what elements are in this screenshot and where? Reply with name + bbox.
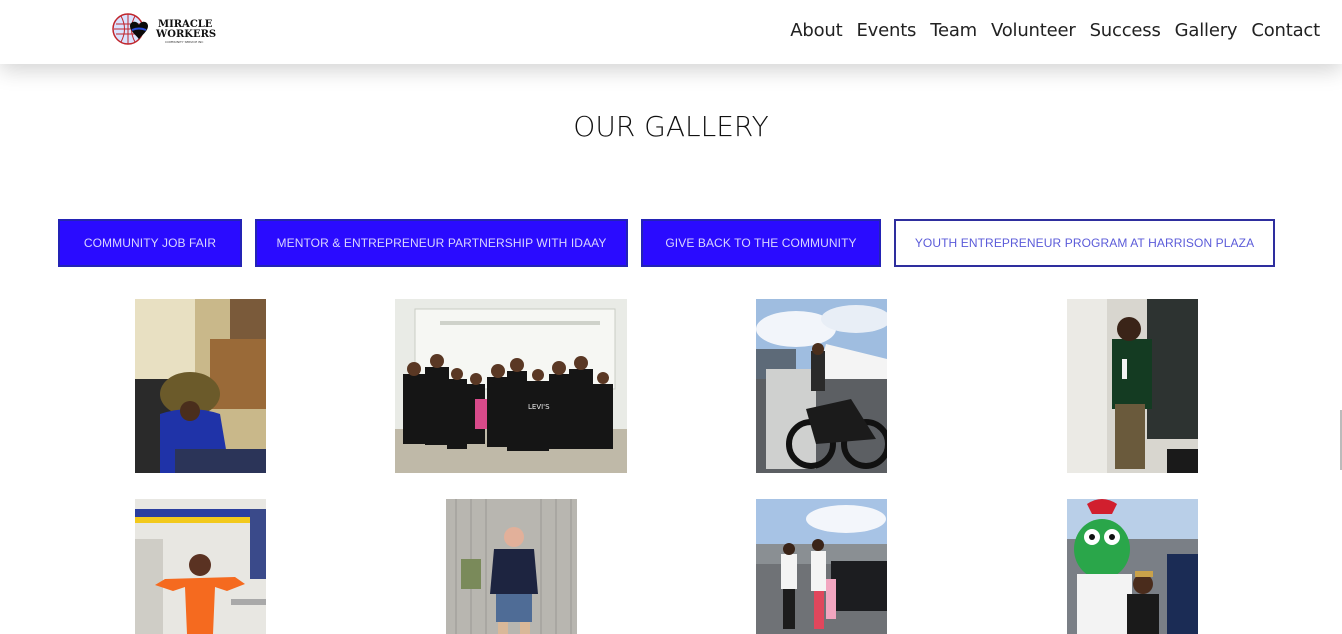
page-title: OUR GALLERY xyxy=(573,110,769,143)
nav-contact[interactable]: Contact xyxy=(1251,20,1320,41)
filter-community-job-fair[interactable]: COMMUNITY JOB FAIR xyxy=(58,219,242,267)
shirt-text: LEVI'S xyxy=(528,403,550,411)
nav-team[interactable]: Team xyxy=(930,20,977,41)
main-nav: About Events Team Volunteer Success Gall… xyxy=(790,20,1320,41)
filter-mentor-partnership[interactable]: MENTOR & ENTREPRENEUR PARTNERSHIP WITH I… xyxy=(255,219,628,267)
photo-phanatic-mascot[interactable] xyxy=(1067,499,1198,634)
site-header: MIRACLE WORKERS COMMUNITY SERVICE INC Ab… xyxy=(0,0,1342,64)
photo-group-classroom[interactable]: LEVI'S xyxy=(395,299,627,473)
logo-tagline: COMMUNITY SERVICE INC xyxy=(165,40,203,44)
photo-boy-hair-dryer[interactable] xyxy=(135,299,266,473)
photo-man-chalkboard[interactable] xyxy=(1067,299,1198,473)
logo-line2: WORKERS xyxy=(155,29,216,40)
nav-events[interactable]: Events xyxy=(856,20,916,41)
photo-family-parking-lot[interactable] xyxy=(756,499,887,634)
nav-success[interactable]: Success xyxy=(1090,20,1161,41)
photo-motorcycle-event[interactable] xyxy=(756,299,887,473)
nav-about[interactable]: About xyxy=(790,20,842,41)
nav-gallery[interactable]: Gallery xyxy=(1175,20,1238,41)
photo-girl-orange-shirt[interactable] xyxy=(135,499,266,634)
filter-give-back[interactable]: GIVE BACK TO THE COMMUNITY xyxy=(641,219,881,267)
miracle-workers-logo[interactable]: MIRACLE WORKERS COMMUNITY SERVICE INC xyxy=(112,10,224,50)
nav-volunteer[interactable]: Volunteer xyxy=(991,20,1076,41)
photo-man-warehouse[interactable] xyxy=(446,499,577,634)
filter-youth-entrepreneur[interactable]: YOUTH ENTREPRENEUR PROGRAM AT HARRISON P… xyxy=(894,219,1275,267)
